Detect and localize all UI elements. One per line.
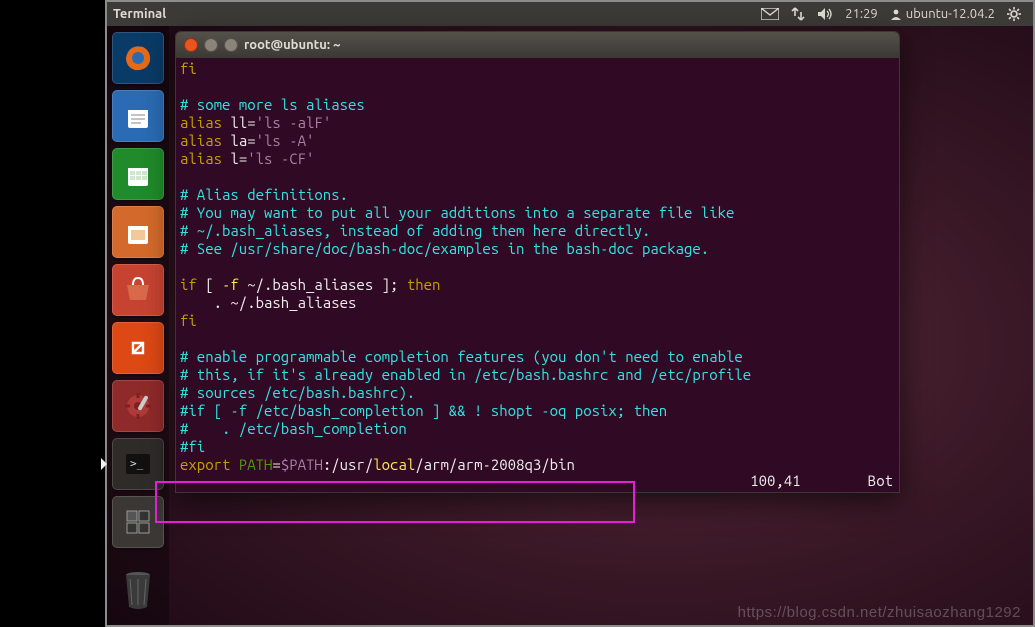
code: -f — [222, 276, 239, 293]
code: . ~/.bash_aliases — [180, 294, 356, 311]
window-minimize-button[interactable] — [204, 38, 218, 52]
ubuntu-one-icon[interactable] — [112, 322, 164, 374]
code: # this, if it's already enabled in /etc/… — [180, 366, 751, 383]
network-indicator-icon[interactable] — [785, 7, 811, 21]
code: then — [407, 276, 441, 293]
window-close-button[interactable] — [184, 38, 198, 52]
window-title: root@ubuntu: ~ — [244, 38, 341, 52]
settings-icon[interactable] — [112, 380, 164, 432]
code: $PATH — [281, 456, 323, 473]
scroll-position: Bot — [868, 472, 893, 489]
code: # Alias definitions. — [180, 186, 348, 203]
code: l= — [222, 150, 247, 167]
code: [ — [197, 276, 222, 293]
code: ll= — [222, 114, 256, 131]
workspace-switcher-icon[interactable] — [112, 496, 164, 548]
code: alias — [180, 114, 222, 131]
code: 'ls -A' — [256, 132, 315, 149]
code: ~/.bash_aliases ]; — [239, 276, 407, 293]
code: #if [ -f /etc/bash_completion ] && ! sho… — [180, 402, 667, 419]
clock[interactable]: 21:29 — [839, 7, 884, 21]
code: # some more ls aliases — [180, 96, 365, 113]
system-gear-icon[interactable] — [1001, 7, 1027, 21]
active-window-title: Terminal — [113, 7, 166, 21]
code: la= — [222, 132, 256, 149]
terminal-body[interactable]: fi # some more ls aliases alias ll='ls -… — [176, 58, 899, 492]
code: fi — [180, 312, 197, 329]
code: export — [180, 456, 230, 473]
code: # sources /etc/bash.bashrc). — [180, 384, 415, 401]
code: :/usr/ — [323, 456, 373, 473]
code: = — [272, 456, 280, 473]
code: # enable programmable completion feature… — [180, 348, 743, 365]
code: /arm/arm-2008q3/bin — [415, 456, 575, 473]
session-user-label: ubuntu-12.04.2 — [906, 7, 995, 21]
terminal-icon[interactable]: >_ — [112, 438, 164, 490]
code: 'ls -CF' — [247, 150, 314, 167]
code: # . /etc/bash_completion — [180, 420, 407, 437]
mail-indicator-icon[interactable] — [755, 8, 785, 20]
code: alias — [180, 150, 222, 167]
impress-icon[interactable] — [112, 206, 164, 258]
code: #fi — [180, 438, 205, 455]
code: # You may want to put all your additions… — [180, 204, 734, 221]
code: local — [373, 456, 415, 473]
window-maximize-button[interactable] — [224, 38, 238, 52]
volume-indicator-icon[interactable] — [811, 7, 839, 21]
code: # ~/.bash_aliases, instead of adding the… — [180, 222, 650, 239]
unity-launcher: >_ — [107, 26, 169, 625]
writer-icon[interactable] — [112, 90, 164, 142]
top-panel: Terminal 21:29 ubuntu-12.04.2 — [107, 2, 1033, 26]
calc-icon[interactable] — [112, 148, 164, 200]
user-icon — [890, 8, 902, 20]
watermark-text: https://blog.csdn.net/zhuisaozhang1292 — [738, 604, 1021, 621]
cursor-position: 100,41 — [750, 472, 800, 489]
trash-icon[interactable] — [118, 567, 158, 615]
window-titlebar[interactable]: root@ubuntu: ~ — [176, 32, 899, 58]
terminal-window: root@ubuntu: ~ fi # some more ls aliases… — [175, 31, 900, 493]
session-menu[interactable]: ubuntu-12.04.2 — [884, 7, 1001, 21]
code: if — [180, 276, 197, 293]
software-center-icon[interactable] — [112, 264, 164, 316]
vim-status-line: 100,41 Bot — [750, 472, 893, 490]
svg-text:>_: >_ — [130, 457, 144, 470]
code: # See /usr/share/doc/bash-doc/examples i… — [180, 240, 709, 257]
firefox-icon[interactable] — [112, 32, 164, 84]
code: 'ls -alF' — [256, 114, 332, 131]
code: fi — [180, 60, 197, 77]
code: alias — [180, 132, 222, 149]
code: PATH — [230, 456, 272, 473]
